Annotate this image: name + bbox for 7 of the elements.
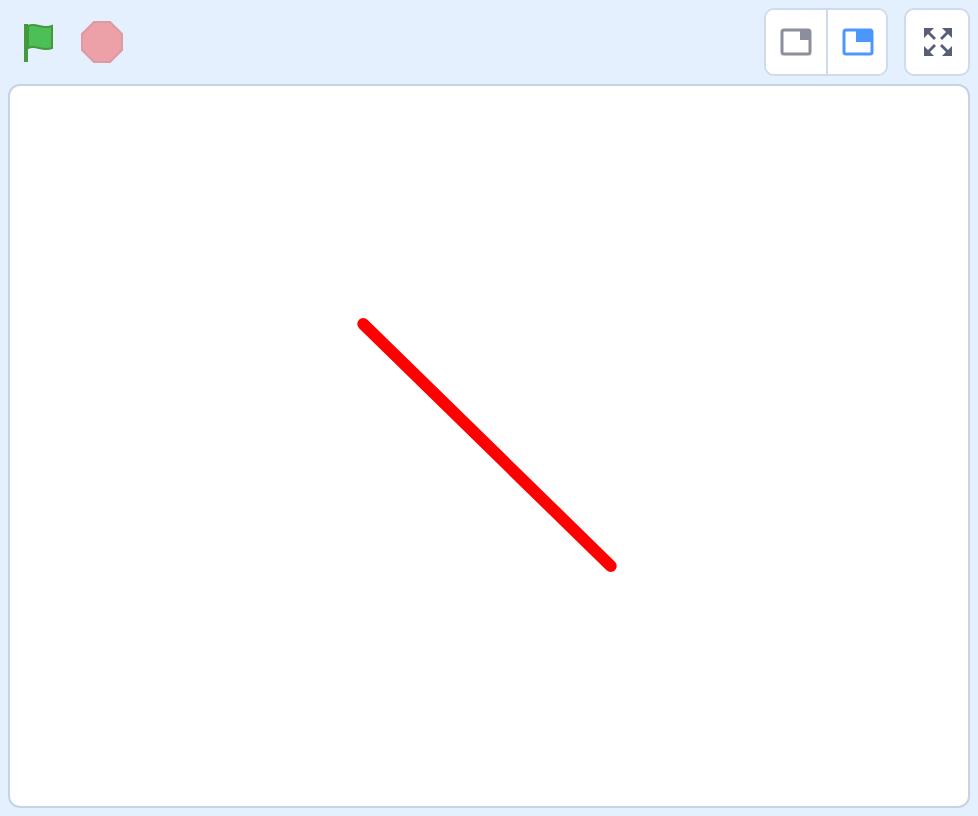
fullscreen-icon — [921, 26, 953, 58]
large-stage-icon — [841, 28, 873, 56]
stop-icon — [80, 20, 124, 64]
normal-stage-button[interactable] — [826, 10, 886, 74]
stop-button[interactable] — [76, 16, 128, 68]
fullscreen-button[interactable] — [904, 8, 970, 76]
small-stage-icon — [780, 28, 812, 56]
